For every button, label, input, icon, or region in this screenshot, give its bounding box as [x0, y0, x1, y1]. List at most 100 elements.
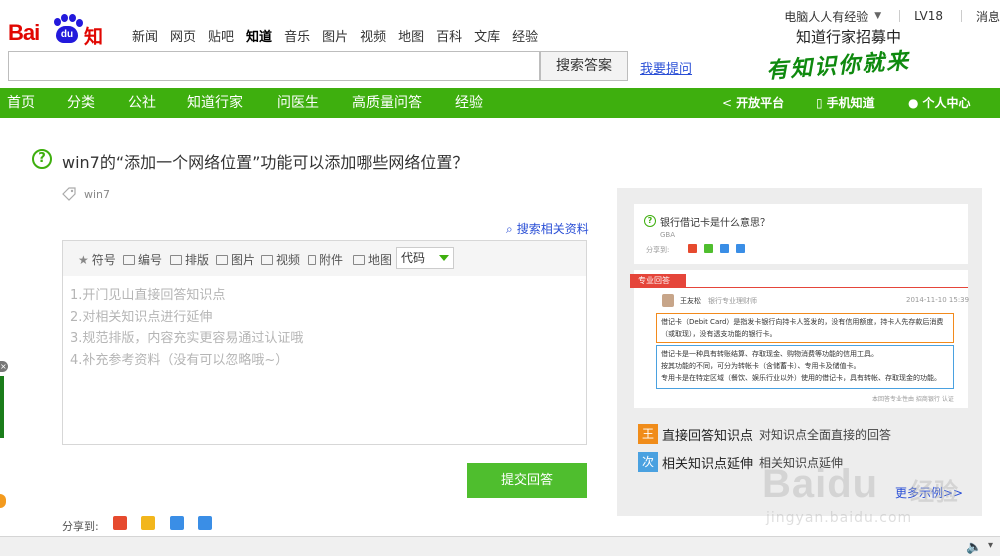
example-question-card: ? 银行借记卡是什么意思？ GBA 分享到:: [634, 204, 968, 264]
share-label: 分享到:: [62, 520, 99, 533]
plus-icon: [736, 244, 745, 253]
browser-status-bar: 🔈 ▾: [0, 536, 1000, 556]
extend-badge-icon: 次: [638, 452, 658, 472]
nav-video[interactable]: 视频: [360, 26, 386, 45]
more-share-icon[interactable]: [198, 516, 212, 530]
main-nav-experience[interactable]: 经验: [455, 88, 483, 118]
editor-placeholder: 1.开门见山直接回答知识点 2.对相关知识点进行延伸 3.规范排版，内容充实更容…: [70, 285, 303, 371]
qzone-icon: [704, 244, 713, 253]
slogan[interactable]: 有知识你就来: [765, 43, 911, 85]
search-input[interactable]: [8, 51, 540, 81]
speaker-icon[interactable]: 🔈: [966, 540, 982, 555]
personal-center-link[interactable]: ● 个人中心: [908, 88, 971, 118]
answer-editor[interactable]: ★ 符号 编号 排版 图片 视频 附件 地图 代码 1.开门见山直接回答知识点 2…: [62, 240, 587, 445]
search-icon: ⌕: [506, 222, 513, 236]
hint-line: 4.补充参考资料（没有可以忽略哦~）: [70, 352, 289, 368]
tool-map[interactable]: 地图: [353, 251, 392, 268]
question-mark-icon: ?: [32, 149, 52, 169]
chevron-down-icon[interactable]: ▾: [988, 540, 993, 551]
username[interactable]: 电脑人人有经验: [784, 8, 868, 25]
share-icon: <: [722, 96, 733, 110]
side-orange-tab[interactable]: [0, 494, 6, 508]
user-level[interactable]: LV18: [914, 9, 943, 23]
hint-line: 1.开门见山直接回答知识点: [70, 288, 226, 303]
submit-answer-button[interactable]: 提交回答: [467, 463, 587, 498]
tool-layout[interactable]: 排版: [170, 251, 209, 268]
chevron-down-icon: [439, 255, 449, 261]
nav-music[interactable]: 音乐: [284, 26, 310, 45]
star-icon: ★: [78, 252, 89, 267]
top-header: Bai du 知道 新闻 网页 贴吧 知道 音乐 图片 视频 地图 百科 文库 …: [0, 0, 1000, 88]
nav-news[interactable]: 新闻: [132, 26, 158, 45]
knowledge-legend-direct: 王 直接回答知识点 对知识点全面直接的回答: [638, 424, 891, 444]
answerer-name: 王友松: [680, 297, 701, 305]
weibo-share-icon[interactable]: [113, 516, 127, 530]
editor-toolbar: ★ 符号 编号 排版 图片 视频 附件 地图 代码: [63, 241, 586, 276]
tool-video[interactable]: 视频: [261, 251, 300, 268]
qzone-share-icon[interactable]: [141, 516, 155, 530]
product-nav: 新闻 网页 贴吧 知道 音乐 图片 视频 地图 百科 文库 经验: [132, 26, 550, 45]
divider: [899, 10, 901, 22]
tieba-icon: [720, 244, 729, 253]
chevron-down-icon[interactable]: ▼: [874, 11, 881, 21]
tag-icon: [62, 187, 76, 201]
main-nav-quality-qa[interactable]: 高质量问答: [352, 88, 422, 118]
numbering-icon: [123, 254, 135, 265]
paw-icon: du: [52, 14, 83, 44]
avatar: [662, 294, 674, 307]
search-related-link[interactable]: ⌕ 搜索相关资料: [506, 220, 589, 237]
tool-image[interactable]: 图片: [216, 251, 255, 268]
main-nav-commune[interactable]: 公社: [128, 88, 156, 118]
mobile-zhidao-link[interactable]: ▯ 手机知道: [816, 88, 875, 118]
weibo-icon: [688, 244, 697, 253]
main-nav-doctor[interactable]: 问医生: [277, 88, 319, 118]
tool-numbering[interactable]: 编号: [123, 251, 162, 268]
person-icon: ●: [908, 96, 919, 110]
extended-answer-box: 借记卡是一种具有转账结算、存取现金、购物消费等功能的信用工具。 按其功能的不同，…: [656, 345, 954, 389]
direct-badge-icon: 王: [638, 424, 658, 444]
tieba-share-icon[interactable]: [170, 516, 184, 530]
main-nav-category[interactable]: 分类: [67, 88, 95, 118]
main-nav-experts[interactable]: 知道行家: [187, 88, 243, 118]
side-floating-tab[interactable]: [0, 376, 4, 438]
certification-note: 本回答专业性由 招商银行 认证: [872, 396, 954, 403]
phone-icon: ▯: [816, 96, 823, 110]
pro-answer-tag: 专业回答: [630, 274, 686, 288]
open-platform-link[interactable]: < 开放平台: [722, 88, 784, 118]
ask-question-link[interactable]: 我要提问: [640, 58, 692, 77]
baidu-jingyan-watermark: Baidu 经验 jingyan.baidu.com: [762, 462, 958, 526]
list-icon: [170, 254, 182, 265]
divider: [630, 287, 968, 288]
nav-wenku[interactable]: 文库: [474, 26, 500, 45]
nav-web[interactable]: 网页: [170, 26, 196, 45]
direct-answer-box: 借记卡（Debit Card）是指发卡银行向持卡人签发的，没有信用额度，持卡人先…: [656, 313, 954, 343]
user-bar: 电脑人人有经验 ▼ LV18 消息: [784, 8, 1000, 24]
answerer-role: 银行专业理财师: [708, 297, 757, 305]
answer-date: 2014-11-10 15:39: [906, 296, 970, 304]
logo-brand: Bai: [8, 20, 40, 45]
nav-baike[interactable]: 百科: [436, 26, 462, 45]
example-question-title: 银行借记卡是什么意思？: [660, 218, 770, 229]
main-nav-home[interactable]: 首页: [7, 88, 35, 118]
nav-zhidao[interactable]: 知道: [246, 26, 272, 45]
main-nav: 首页 分类 公社 知道行家 问医生 高质量问答 经验 < 开放平台 ▯ 手机知道 ●…: [0, 88, 1000, 118]
close-icon[interactable]: ×: [0, 361, 8, 372]
image-icon: [216, 254, 228, 265]
tool-attachment[interactable]: 附件: [308, 251, 343, 268]
search-button[interactable]: 搜索答案: [540, 51, 628, 81]
message-link[interactable]: 消息: [976, 8, 1000, 25]
divider: [961, 10, 962, 22]
example-share-label: 分享到:: [646, 246, 670, 254]
code-select[interactable]: 代码: [396, 247, 454, 269]
nav-tieba[interactable]: 贴吧: [208, 26, 234, 45]
nav-map[interactable]: 地图: [398, 26, 424, 45]
nav-images[interactable]: 图片: [322, 26, 348, 45]
question-tag[interactable]: win7: [84, 188, 110, 201]
tool-symbol[interactable]: ★ 符号: [78, 251, 116, 268]
question-mark-icon: ?: [644, 215, 656, 227]
attachment-icon: [308, 254, 316, 265]
example-tag: GBA: [660, 231, 676, 239]
nav-jingyan[interactable]: 经验: [512, 26, 538, 45]
video-icon: [261, 254, 273, 265]
baidu-zhidao-logo[interactable]: Bai du 知道: [8, 14, 118, 75]
